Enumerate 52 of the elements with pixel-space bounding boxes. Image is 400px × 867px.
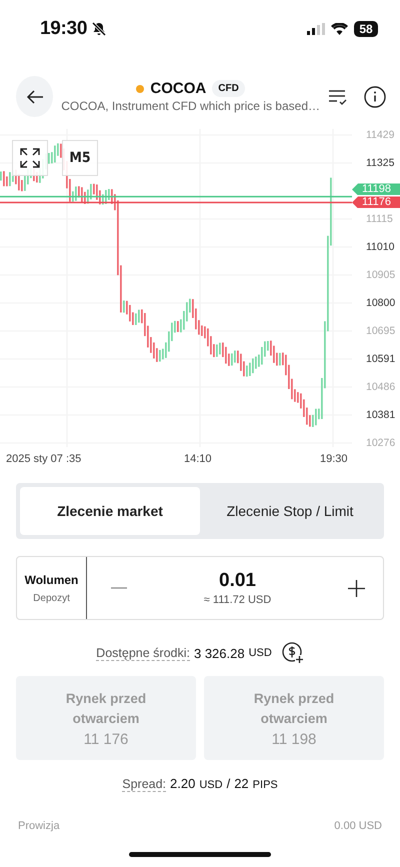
axis-label: 10905 [366,269,396,281]
axis-label: 14:10 [184,453,212,465]
price-tag: 11198 [352,183,400,196]
status-dot [136,84,144,92]
fullscreen-button[interactable] [12,140,48,176]
axis-label: 11325 [366,157,394,169]
add-funds-icon[interactable] [282,642,304,664]
pips-unit: PIPS [252,779,278,791]
battery-indicator: 58 [354,21,378,37]
deposit-label[interactable]: Depozyt [33,592,70,604]
axis-label: 11010 [366,241,394,253]
price-chart[interactable]: 11429 11325 11115 11010 10905 10800 10695 10591 10486 10381 10276 11198 11176 2025 sty 07 :35 14:10 19:30 M5 [0,129,400,469]
spread-separator: / [226,776,230,791]
back-button[interactable] [16,76,54,117]
axis-label: 19:30 [320,453,348,465]
list-check-icon[interactable] [328,88,348,106]
instrument-description: COCOA, Instrument CFD which price is based… [61,99,320,113]
funds-currency: USD [248,647,272,659]
commission-value: 0.00 USD [334,820,382,832]
instrument-type-badge: CFD [212,80,245,97]
spread-amount: 2.20 [170,776,196,791]
signal-icon [307,23,325,35]
axis-label: 10591 [366,353,396,365]
axis-label: :35 [66,453,82,465]
axis-label: 11115 [366,213,393,225]
volume-approx-value: ≈ 111.72 USD [204,594,272,606]
spread-pips: 22 [234,776,249,791]
info-icon[interactable] [364,86,386,108]
instrument-symbol: COCOA [150,80,206,97]
wifi-icon [331,23,348,35]
axis-label: 11429 [366,129,394,141]
axis-label: 10695 [366,325,396,337]
axis-label: 10800 [366,297,396,309]
price-tag: 11176 [352,196,400,208]
axis-label: 10276 [366,437,396,449]
funds-label: Dostępne środki: [96,646,190,660]
expand-icon [19,147,41,169]
timeframe-button[interactable]: M5 [62,140,98,176]
spread-label: Spread: [122,777,166,792]
axis-label: 10381 [366,409,396,421]
funds-amount: 3 326.28 [194,646,245,660]
commission-label: Prowizja [18,820,60,832]
volume-label[interactable]: Wolumen [24,572,78,586]
back-arrow-icon [26,88,44,104]
clock: 19:30 [40,18,88,40]
spread-unit: USD [199,779,223,791]
axis-label: 2025 sty 07 [6,453,63,465]
bell-slash-icon [91,21,108,37]
axis-label: 10486 [366,381,396,393]
order-type-tab[interactable]: Zlecenie market [20,487,200,535]
volume-value[interactable]: 0.01 [219,570,256,592]
order-type-tab[interactable]: Zlecenie Stop / Limit [200,487,380,535]
